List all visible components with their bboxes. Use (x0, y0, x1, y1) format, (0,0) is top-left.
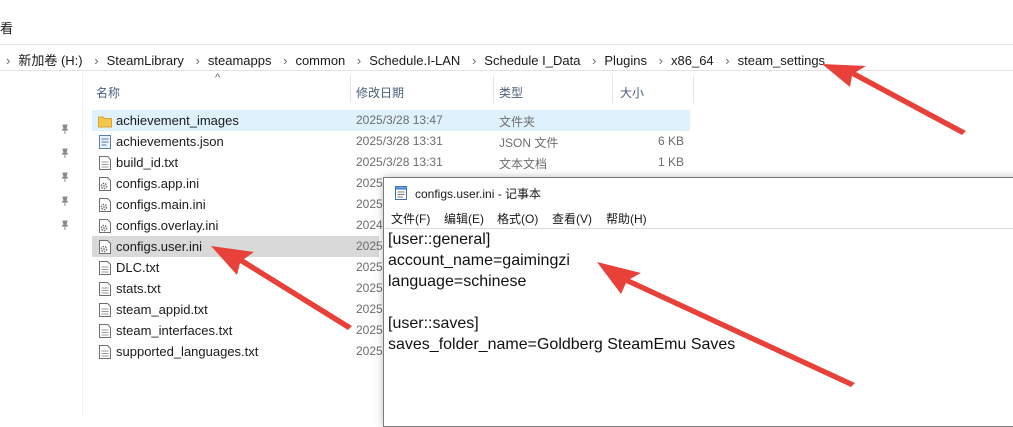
settings-file-icon (99, 177, 111, 191)
column-header-date[interactable]: 修改日期 (351, 72, 493, 106)
menu-file[interactable]: 文件(F) (391, 210, 430, 227)
text-line: saves_folder_name=Goldberg SteamEmu Save… (388, 336, 736, 353)
chevron-right-icon[interactable]: › (725, 53, 729, 68)
file-type: 文本文档 (499, 157, 548, 171)
menu-view[interactable]: 查看(V) (552, 210, 592, 227)
file-name: configs.user.ini (116, 239, 202, 254)
file-name: DLC.txt (116, 260, 160, 275)
column-header-size[interactable]: 大小 (613, 72, 693, 106)
file-size: 6 KB (657, 134, 684, 148)
breadcrumb-x86-64[interactable]: x86_64 (671, 53, 714, 68)
pin-icon[interactable] (60, 196, 70, 206)
file-row[interactable]: configs.user.ini 2025 (92, 236, 383, 257)
file-date: 2025 (356, 239, 383, 253)
text-file-icon (99, 261, 111, 275)
text-line: language=schinese (388, 273, 527, 290)
breadcrumb-common[interactable]: common (295, 53, 345, 68)
breadcrumb-schedule-lan[interactable]: Schedule.I-LAN (369, 53, 460, 68)
file-row[interactable]: achievement_images 2025/3/28 13:47 文件夹 (92, 110, 690, 131)
file-row[interactable]: achievements.json 2025/3/28 13:31 JSON 文件 6… (92, 131, 690, 152)
file-date: 2025/3/28 13:31 (356, 134, 443, 148)
file-date: 2025/3/28 13:31 (356, 155, 443, 169)
column-divider[interactable] (693, 75, 694, 103)
file-date: 2025 (356, 302, 383, 316)
chevron-right-icon[interactable]: › (196, 53, 200, 68)
breadcrumb-steamapps[interactable]: steamapps (208, 53, 272, 68)
file-name: steam_appid.txt (116, 302, 208, 317)
settings-file-icon (99, 219, 111, 233)
breadcrumb-steam-settings[interactable]: steam_settings (738, 53, 825, 68)
file-date: 2025 (356, 260, 383, 274)
settings-file-icon (99, 240, 111, 254)
file-type: 文件夹 (499, 115, 536, 129)
text-file-icon (99, 303, 111, 317)
notepad-menu-bar: 文件(F) 编辑(E) 格式(O) 查看(V) 帮助(H) (384, 207, 1013, 228)
text-line: [user::saves] (388, 315, 479, 332)
file-name: configs.main.ini (116, 197, 206, 212)
file-name: stats.txt (116, 281, 161, 296)
file-date: 2025 (356, 281, 383, 295)
json-file-icon (99, 135, 111, 149)
breadcrumb-plugins[interactable]: Plugins (604, 53, 647, 68)
chevron-right-icon[interactable]: › (94, 53, 98, 68)
column-header-type[interactable]: 类型 (494, 72, 612, 106)
chevron-right-icon[interactable]: › (472, 53, 476, 68)
notepad-title: configs.user.ini - 记事本 (415, 187, 542, 201)
notepad-text-area[interactable]: [user::general] account_name=gaimingzi l… (385, 228, 1013, 426)
chevron-right-icon[interactable]: › (592, 53, 596, 68)
breadcrumb-drive[interactable]: 新加卷 (H:) (18, 53, 82, 68)
chevron-right-icon[interactable]: › (659, 53, 663, 68)
notepad-icon (395, 186, 407, 200)
pane-divider (82, 72, 83, 417)
file-date: 2025/3/28 13:47 (356, 113, 443, 127)
chevron-right-icon[interactable]: › (357, 53, 361, 68)
column-header-name[interactable]: 名称 (94, 72, 350, 106)
view-menu-label[interactable]: 看 (0, 18, 13, 37)
file-date: 2025 (356, 344, 383, 358)
chevron-right-icon[interactable]: › (6, 53, 10, 68)
text-file-icon (99, 324, 111, 338)
pin-icon[interactable] (60, 124, 70, 134)
file-size: 1 KB (657, 155, 684, 169)
text-file-icon (99, 282, 111, 296)
text-line: account_name=gaimingzi (388, 252, 570, 269)
text-file-icon (99, 345, 111, 359)
file-name: achievement_images (116, 113, 239, 128)
file-name: configs.app.ini (116, 176, 200, 191)
file-date: 2024 (356, 218, 383, 232)
text-file-icon (99, 156, 111, 170)
file-date: 2025 (356, 176, 383, 190)
breadcrumb: › 新加卷 (H:) › SteamLibrary › steamapps › comm… (6, 50, 825, 69)
menu-edit[interactable]: 编辑(E) (444, 210, 484, 227)
file-name: supported_languages.txt (116, 344, 259, 359)
folder-icon (98, 116, 112, 128)
text-line: [user::general] (388, 231, 491, 248)
pin-icon[interactable] (60, 172, 70, 182)
file-name: configs.overlay.ini (116, 218, 219, 233)
notepad-window[interactable]: configs.user.ini - 记事本 文件(F) 编辑(E) 格式(O)… (383, 177, 1013, 427)
file-name: steam_interfaces.txt (116, 323, 233, 338)
file-row[interactable]: build_id.txt 2025/3/28 13:31 文本文档 1 KB (92, 152, 690, 173)
settings-file-icon (99, 198, 111, 212)
annotation-arrow (822, 64, 966, 135)
menu-format[interactable]: 格式(O) (497, 210, 538, 227)
breadcrumb-steamlibrary[interactable]: SteamLibrary (107, 53, 184, 68)
breadcrumb-schedule-data[interactable]: Schedule I_Data (484, 53, 580, 68)
menu-help[interactable]: 帮助(H) (606, 210, 647, 227)
file-name: build_id.txt (116, 155, 179, 170)
file-date: 2025 (356, 197, 383, 211)
notepad-title-bar[interactable]: configs.user.ini - 记事本 (384, 178, 1013, 207)
pin-icon[interactable] (60, 220, 70, 230)
chevron-right-icon[interactable]: › (283, 53, 287, 68)
file-name: achievements.json (116, 134, 224, 149)
ribbon-area: 看 (0, 0, 1013, 40)
pin-icon[interactable] (60, 148, 70, 158)
address-bar[interactable]: › 新加卷 (H:) › SteamLibrary › steamapps › comm… (0, 44, 1013, 71)
file-type: JSON 文件 (499, 136, 559, 150)
file-date: 2025 (356, 323, 383, 337)
